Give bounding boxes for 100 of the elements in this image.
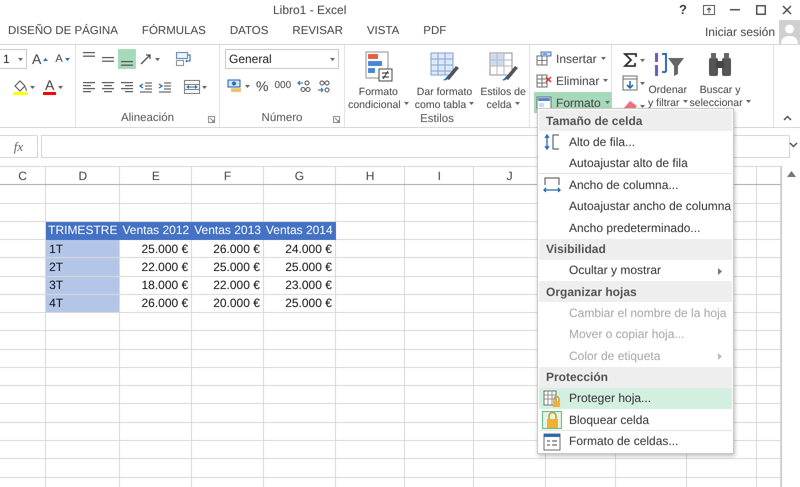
ribbon-tab[interactable]: PDF	[411, 21, 458, 43]
up-triangle-icon	[43, 58, 48, 60]
grow-font-button[interactable]: A	[30, 49, 50, 69]
column-header[interactable]: I	[404, 166, 474, 185]
chevron-down-icon	[789, 142, 798, 148]
caret-icon	[514, 102, 520, 105]
sigma-icon	[622, 52, 638, 68]
table-cell: 26.000 €	[192, 240, 264, 258]
merge-cells-button[interactable]	[182, 77, 209, 97]
up-arrow-icon	[786, 171, 796, 177]
ribbon-tab[interactable]: FÓRMULAS	[130, 21, 218, 43]
group-label: Número	[262, 110, 302, 126]
ribbon-tab[interactable]: VISTA	[354, 21, 412, 43]
help-button[interactable]: ?	[670, 0, 696, 20]
table-cell: 3T	[46, 276, 120, 294]
align-lines-icon	[102, 56, 114, 62]
editing-button[interactable]: Buscar y seleccionar	[688, 49, 752, 111]
caret-icon	[604, 101, 610, 104]
table-cell: 22.000 €	[120, 258, 192, 276]
font-color-button[interactable]: A	[41, 77, 66, 97]
menu-item[interactable]: Ancho predeterminado...	[539, 217, 732, 238]
table-cell: 20.000 €	[192, 294, 264, 313]
ribbon-tab[interactable]: REVISAR	[280, 21, 355, 43]
caret-icon	[600, 57, 606, 60]
grid-icon	[536, 51, 552, 66]
caret-icon	[682, 100, 688, 103]
menu-item[interactable]: Bloquear celda	[539, 409, 732, 430]
font-size-field[interactable]: 1	[0, 49, 27, 69]
align-left-icon	[82, 80, 96, 94]
menu-item[interactable]: Proteger hoja...	[539, 388, 732, 409]
table-header-cell: Ventas 2012	[120, 221, 192, 240]
table-cell: 2T	[46, 258, 120, 276]
style-button[interactable]: Dar formato como tabla	[414, 49, 476, 111]
column-header[interactable]: C	[0, 166, 46, 185]
cells-menu-button[interactable]: Insertar	[534, 48, 612, 69]
group-label: Alineación	[120, 110, 174, 126]
column-header[interactable]: E	[120, 166, 192, 185]
row-height-icon	[543, 133, 561, 151]
vertical-align-button[interactable]	[118, 49, 136, 69]
grid-lock-icon	[543, 390, 561, 408]
thousands-separator-button[interactable]: 000	[272, 76, 294, 96]
format-cells-icon	[543, 432, 561, 450]
down-triangle-icon	[64, 58, 70, 60]
menu-section-header: Tamaño de celda	[539, 110, 732, 131]
caret-icon	[640, 58, 645, 62]
editing-button[interactable]: Ordenar y filtrar	[647, 49, 688, 111]
align-lines-icon	[121, 61, 133, 66]
caret-icon	[640, 82, 645, 84]
menu-item[interactable]: Alto de fila...	[539, 131, 732, 152]
group-label: Estilos	[420, 112, 454, 127]
fill-down-icon	[622, 75, 638, 91]
table-cell: 26.000 €	[120, 294, 192, 313]
caret-icon	[245, 84, 250, 88]
menu-section-header: Visibilidad	[539, 238, 732, 260]
menu-item[interactable]: Formato de celdas...	[539, 430, 732, 452]
paint-bucket-icon	[12, 79, 28, 95]
dialog-launcher-icon[interactable]	[208, 116, 215, 123]
style-button[interactable]: Formato condicional	[347, 49, 410, 111]
menu-section-header: Organizar hojas	[539, 281, 732, 302]
caret-icon	[330, 58, 335, 60]
dialog-launcher-icon[interactable]	[333, 116, 340, 123]
table-cell: 25.000 €	[120, 240, 192, 258]
caret-icon	[404, 102, 409, 105]
align-center-icon	[101, 80, 115, 94]
cells-menu-button[interactable]: Eliminar	[534, 70, 612, 91]
column-header[interactable]: H	[335, 166, 405, 185]
table-cell: 1T	[46, 240, 120, 258]
style-icon	[487, 50, 520, 82]
ribbon-tab[interactable]: DATOS	[218, 21, 280, 43]
caret-icon	[746, 100, 751, 103]
style-button[interactable]: Estilos de celda	[479, 49, 527, 111]
shrink-font-button[interactable]: A	[53, 49, 72, 69]
table-cell: 25.000 €	[263, 294, 336, 313]
maximize-icon	[756, 5, 766, 15]
decrease-decimal-icon	[317, 79, 332, 93]
column-header[interactable]: G	[263, 166, 336, 185]
minimize-icon	[730, 9, 740, 11]
grid-icon	[536, 73, 552, 88]
table-cell: 24.000 €	[263, 240, 336, 258]
table-cell: 22.000 €	[192, 276, 264, 294]
number-format-field[interactable]: General	[225, 49, 339, 69]
menu-item[interactable]: Ocultar y mostrar	[539, 260, 732, 281]
chevron-up-icon	[783, 115, 792, 121]
table-cell: 25.000 €	[192, 258, 264, 276]
table-cell: 25.000 €	[263, 258, 336, 276]
sign-in-link[interactable]: Iniciar sesión	[704, 23, 775, 41]
column-header[interactable]: F	[192, 166, 264, 185]
menu-section-header: Protección	[539, 366, 732, 388]
table-header-cell: Ventas 2013	[192, 221, 264, 240]
ribbon-tab[interactable]: DISEÑO DE PÁGINA	[0, 21, 130, 43]
table-header-cell: Ventas 2014	[263, 221, 336, 240]
align-lines-icon	[83, 52, 95, 57]
percent-button[interactable]: %	[254, 76, 270, 96]
menu-item[interactable]: Autoajustar ancho de columna	[539, 196, 732, 217]
insert-function-button[interactable]: fx	[0, 135, 38, 158]
table-cell: 18.000 €	[120, 276, 192, 294]
wrap-text-icon	[176, 52, 192, 66]
table-cell: 4T	[46, 294, 120, 313]
align-right-icon	[120, 80, 134, 94]
column-header[interactable]: D	[46, 166, 120, 185]
